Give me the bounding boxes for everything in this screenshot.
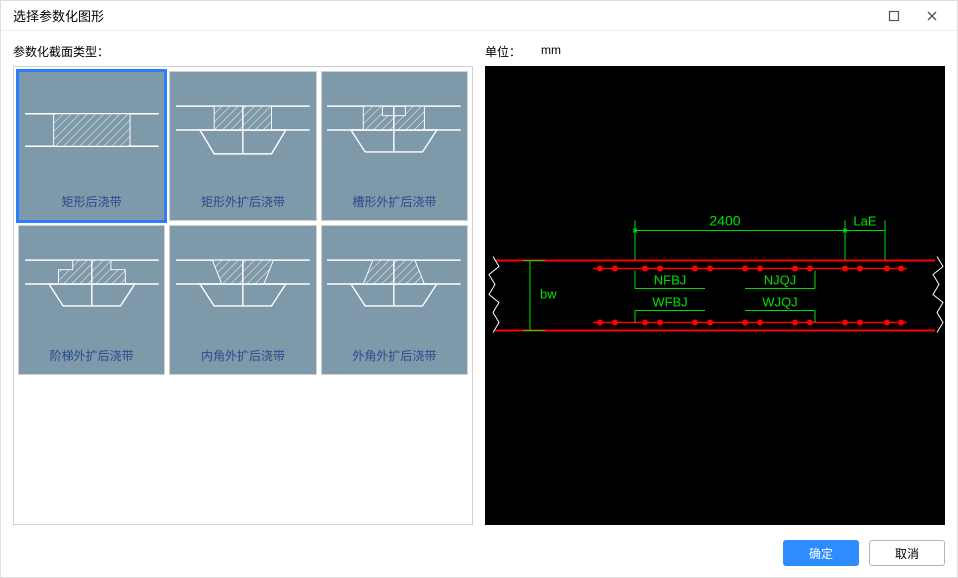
thumb-inner [170, 226, 315, 341]
window-controls [877, 4, 949, 28]
unit-row: 单位： mm [485, 43, 945, 60]
cancel-button[interactable]: 取消 [869, 540, 945, 566]
content: 参数化截面类型： 矩形后浇带 [1, 31, 957, 537]
card-rect[interactable]: 矩形后浇带 [18, 71, 165, 221]
card-outer[interactable]: 外角外扩后浇带 [321, 225, 468, 375]
dim-lae: LaE [853, 214, 876, 229]
label-wfbj: WFBJ [652, 295, 687, 310]
close-button[interactable] [915, 4, 949, 28]
label-wjqj: WJQJ [762, 295, 797, 310]
maximize-icon [888, 10, 900, 22]
card-label: 内角外扩后浇带 [170, 341, 315, 374]
left-pane: 参数化截面类型： 矩形后浇带 [13, 43, 473, 525]
label-nfbj: NFBJ [654, 273, 687, 288]
dim-bw: bw [540, 287, 557, 302]
section-type-label: 参数化截面类型： [13, 43, 473, 60]
card-label: 阶梯外扩后浇带 [19, 341, 164, 374]
thumb-step [19, 226, 164, 341]
titlebar: 选择参数化图形 [1, 1, 957, 31]
thumb-groove [322, 72, 467, 187]
label-njqj: NJQJ [764, 273, 797, 288]
card-groove[interactable]: 槽形外扩后浇带 [321, 71, 468, 221]
right-pane: 单位： mm 2400 LaE [485, 43, 945, 525]
unit-label: 单位： [485, 43, 521, 60]
preview-drawing: 2400 LaE [485, 66, 945, 525]
section-type-grid: 矩形后浇带 矩形外扩后浇带 [13, 66, 473, 525]
footer: 确定 取消 [1, 537, 957, 577]
card-inner[interactable]: 内角外扩后浇带 [169, 225, 316, 375]
card-step[interactable]: 阶梯外扩后浇带 [18, 225, 165, 375]
card-label: 矩形外扩后浇带 [170, 187, 315, 220]
thumb-rect [19, 72, 164, 187]
card-rect-exp[interactable]: 矩形外扩后浇带 [169, 71, 316, 221]
card-label: 外角外扩后浇带 [322, 341, 467, 374]
card-label: 槽形外扩后浇带 [322, 187, 467, 220]
card-label: 矩形后浇带 [19, 187, 164, 220]
unit-value: mm [541, 43, 561, 60]
close-icon [926, 10, 938, 22]
ok-button[interactable]: 确定 [783, 540, 859, 566]
thumb-rect-exp [170, 72, 315, 187]
preview-area[interactable]: 2400 LaE [485, 66, 945, 525]
window-title: 选择参数化图形 [13, 6, 877, 25]
dim-top: 2400 [709, 213, 740, 229]
thumb-outer [322, 226, 467, 341]
maximize-button[interactable] [877, 4, 911, 28]
